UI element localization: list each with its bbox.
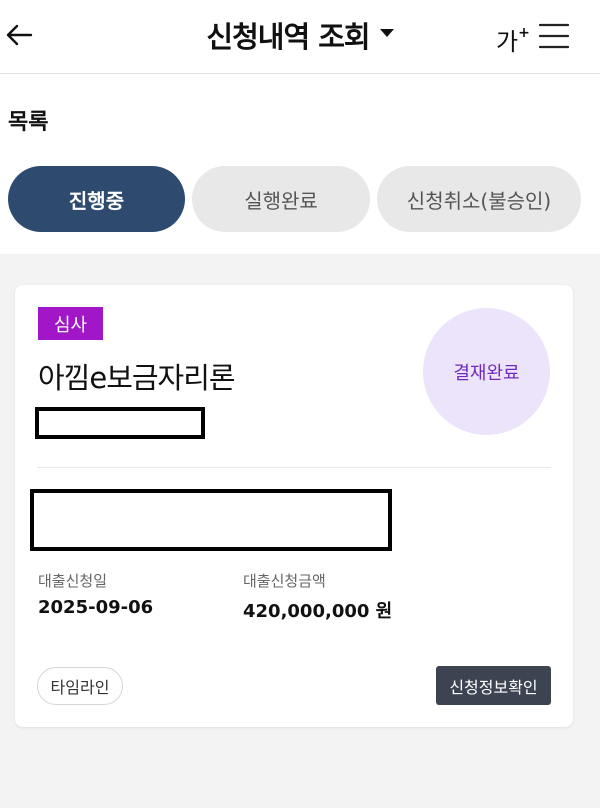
redacted-box (35, 407, 205, 439)
product-name: 아낌e보금자리론 (38, 361, 236, 395)
page-title: 신청내역 조회 (206, 20, 370, 54)
application-card: 심사 아낌e보금자리론 결재완료 대출신청일 2025-09-06 대출신청금액… (15, 285, 573, 727)
section-title: 목록 (8, 110, 49, 135)
tab-in-progress[interactable]: 진행중 (8, 166, 185, 232)
timeline-button[interactable]: 타임라인 (37, 667, 123, 705)
tab-completed[interactable]: 실행완료 (192, 166, 370, 232)
application-amount-value: 420,000,000 원 (243, 601, 393, 622)
application-date-label: 대출신청일 (38, 572, 108, 590)
view-application-button[interactable]: 신청정보확인 (436, 666, 551, 705)
application-date-value: 2025-09-06 (38, 597, 154, 618)
hamburger-menu-icon[interactable] (538, 22, 570, 50)
tab-cancelled[interactable]: 신청취소(불승인) (377, 166, 581, 232)
caret-down-icon (379, 29, 394, 37)
divider (37, 467, 551, 468)
font-size-plus: + (518, 25, 530, 41)
app-header: 신청내역 조회 가+ (0, 0, 600, 74)
application-amount-label: 대출신청금액 (243, 572, 326, 590)
font-size-label: 가 (496, 28, 519, 56)
font-size-button[interactable]: 가+ (496, 22, 530, 57)
stage-badge: 심사 (38, 307, 103, 340)
status-indicator: 결재완료 (423, 308, 550, 435)
redacted-box (30, 489, 392, 551)
